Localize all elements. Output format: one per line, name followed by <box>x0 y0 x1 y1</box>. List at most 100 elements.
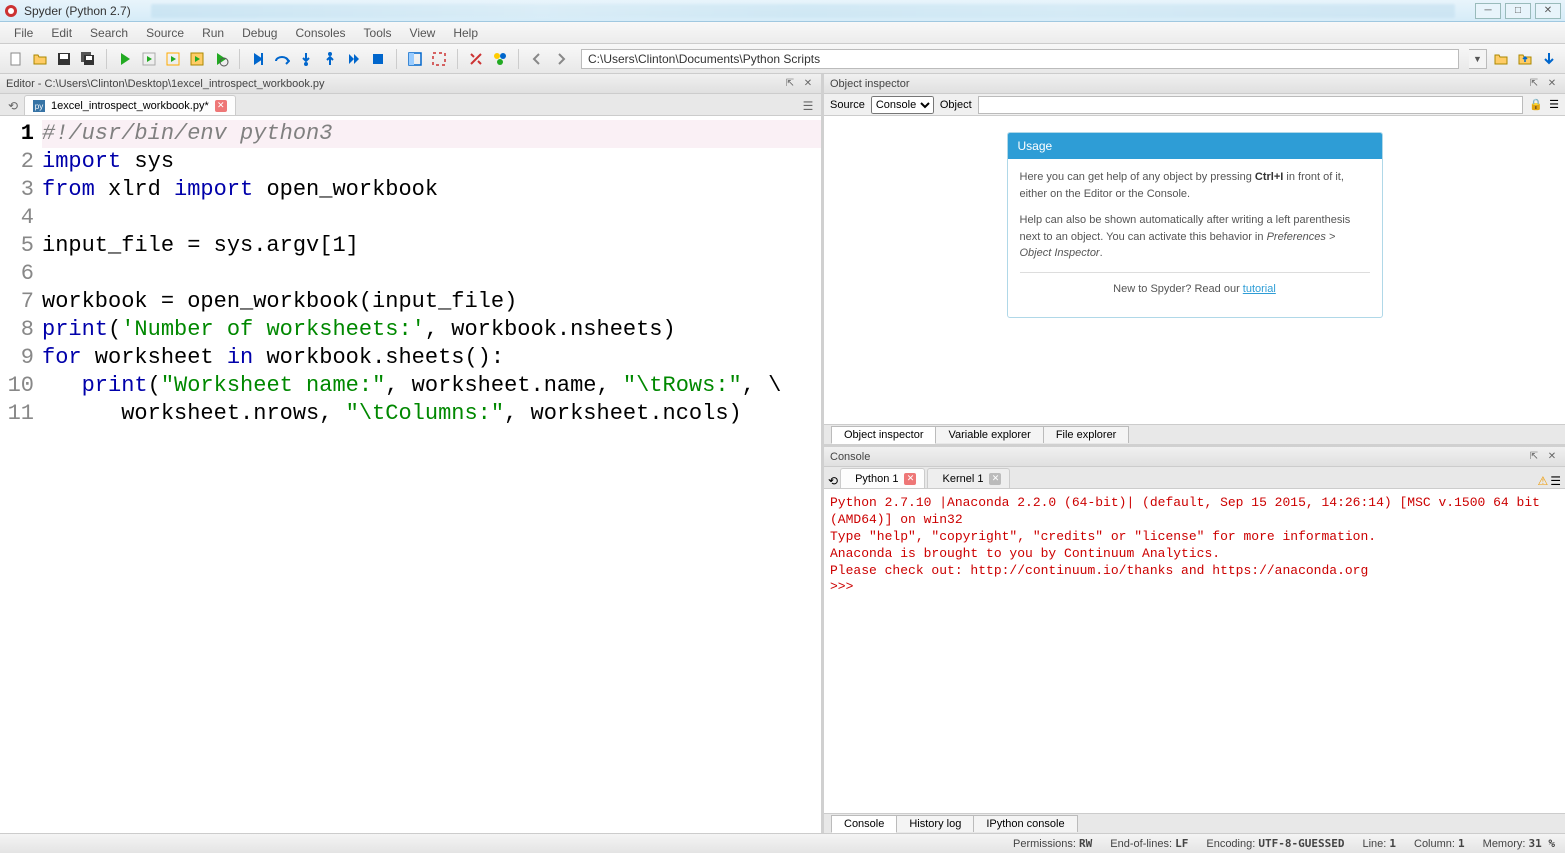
new-file-icon[interactable] <box>6 49 26 69</box>
menu-debug[interactable]: Debug <box>234 24 285 42</box>
sb-line: Line: 1 <box>1362 837 1396 850</box>
sb-encoding: Encoding: UTF-8-GUESSED <box>1206 837 1344 850</box>
console-output[interactable]: Python 2.7.10 |Anaconda 2.2.0 (64-bit)| … <box>824 489 1565 813</box>
editor-tab[interactable]: py 1excel_introspect_workbook.py* ✕ <box>24 95 236 115</box>
editor-pane-header: Editor - C:\Users\Clinton\Desktop\1excel… <box>0 74 821 94</box>
inspector-bottom-tabs: Object inspectorVariable explorerFile ex… <box>824 424 1565 444</box>
close-tab-icon[interactable]: ✕ <box>904 473 916 485</box>
tab-list-icon[interactable]: ☰ <box>799 97 817 115</box>
usage-card: Usage Here you can get help of any objec… <box>1007 132 1383 318</box>
menu-edit[interactable]: Edit <box>43 24 80 42</box>
spyder-icon <box>4 4 18 18</box>
run-settings-icon[interactable] <box>211 49 231 69</box>
save-all-icon[interactable] <box>78 49 98 69</box>
inspector-toolbar: Source Console Object 🔒 ☰ <box>824 94 1565 116</box>
fullscreen-icon[interactable] <box>429 49 449 69</box>
preferences-icon[interactable] <box>466 49 486 69</box>
run-cell-icon[interactable] <box>139 49 159 69</box>
python-file-icon: py <box>33 100 45 112</box>
main-toolbar: C:\Users\Clinton\Documents\Python Script… <box>0 44 1565 74</box>
toolbar-separator <box>396 49 397 69</box>
object-label: Object <box>940 99 972 111</box>
inspector-pane-header: Object inspector ⇱ ✕ <box>824 74 1565 94</box>
menu-tools[interactable]: Tools <box>356 24 400 42</box>
source-label: Source <box>830 99 865 111</box>
inspector-tab-object-inspector[interactable]: Object inspector <box>831 426 936 444</box>
code-editor[interactable]: 1234567891011 #!/usr/bin/env python3impo… <box>0 116 821 833</box>
usage-card-title: Usage <box>1008 133 1382 159</box>
close-tab-icon[interactable]: ✕ <box>215 100 227 112</box>
menu-source[interactable]: Source <box>138 24 192 42</box>
working-dir-field[interactable]: C:\Users\Clinton\Documents\Python Script… <box>581 49 1459 69</box>
stop-debug-icon[interactable] <box>368 49 388 69</box>
forward-icon[interactable] <box>551 49 571 69</box>
menu-search[interactable]: Search <box>82 24 136 42</box>
close-button[interactable]: ✕ <box>1535 3 1561 19</box>
editor-tab-bar: ⟲ py 1excel_introspect_workbook.py* ✕ ☰ <box>0 94 821 116</box>
run-selection-icon[interactable] <box>187 49 207 69</box>
options-icon[interactable]: ☰ <box>1549 98 1559 111</box>
window-title: Spyder (Python 2.7) <box>24 4 131 18</box>
menu-run[interactable]: Run <box>194 24 232 42</box>
undock-icon[interactable]: ⇱ <box>1527 77 1541 91</box>
aero-blur <box>151 4 1455 18</box>
run-cell-advance-icon[interactable] <box>163 49 183 69</box>
lock-icon[interactable]: 🔒 <box>1529 98 1543 111</box>
sb-eol: End-of-lines: LF <box>1110 837 1188 850</box>
close-pane-icon[interactable]: ✕ <box>1545 77 1559 91</box>
editor-tab-label: 1excel_introspect_workbook.py* <box>51 100 209 112</box>
close-pane-icon[interactable]: ✕ <box>801 77 815 91</box>
menu-consoles[interactable]: Consoles <box>287 24 353 42</box>
save-icon[interactable] <box>54 49 74 69</box>
pythonpath-icon[interactable] <box>490 49 510 69</box>
path-dropdown-icon[interactable]: ▼ <box>1469 49 1487 69</box>
options-icon[interactable]: ☰ <box>1550 474 1561 488</box>
step-into-icon[interactable] <box>296 49 316 69</box>
menu-help[interactable]: Help <box>445 24 486 42</box>
set-dir-icon[interactable] <box>1539 49 1559 69</box>
close-pane-icon[interactable]: ✕ <box>1545 450 1559 464</box>
console-tab-python[interactable]: Python 1 ✕ <box>840 468 925 488</box>
editor-header-title: Editor - C:\Users\Clinton\Desktop\1excel… <box>6 78 325 90</box>
console-tab-kernel[interactable]: Kernel 1 ✕ <box>927 468 1010 488</box>
sb-permissions: Permissions: RW <box>1013 837 1092 850</box>
warning-icon[interactable]: ⚠ <box>1537 474 1548 488</box>
back-icon[interactable] <box>527 49 547 69</box>
console-tab-console[interactable]: Console <box>831 815 897 833</box>
menu-file[interactable]: File <box>6 24 41 42</box>
usage-p2: Help can also be shown automatically aft… <box>1020 212 1370 262</box>
parent-dir-icon[interactable] <box>1515 49 1535 69</box>
run-icon[interactable] <box>115 49 135 69</box>
source-select[interactable]: Console <box>871 96 934 114</box>
object-input[interactable] <box>978 96 1524 114</box>
inspector-tab-variable-explorer[interactable]: Variable explorer <box>935 426 1043 443</box>
console-tab-history-log[interactable]: History log <box>896 815 974 832</box>
step-over-icon[interactable] <box>272 49 292 69</box>
inspector-tab-file-explorer[interactable]: File explorer <box>1043 426 1130 443</box>
minimize-button[interactable]: ─ <box>1475 3 1501 19</box>
console-bottom-tabs: ConsoleHistory logIPython console <box>824 813 1565 833</box>
undock-icon[interactable]: ⇱ <box>783 77 797 91</box>
console-tab-bar: ⟲ Python 1 ✕ Kernel 1 ✕ ⚠ ☰ <box>824 467 1565 489</box>
debug-icon[interactable] <box>248 49 268 69</box>
continue-icon[interactable] <box>344 49 364 69</box>
open-file-icon[interactable] <box>30 49 50 69</box>
usage-p3: New to Spyder? Read our tutorial <box>1020 281 1370 298</box>
tab-prev-icon[interactable]: ⟲ <box>828 474 838 488</box>
tab-prev-icon[interactable]: ⟲ <box>4 97 22 115</box>
close-tab-icon[interactable]: ✕ <box>989 473 1001 485</box>
console-tab-ipython-console[interactable]: IPython console <box>973 815 1077 832</box>
maximize-button[interactable]: □ <box>1505 3 1531 19</box>
toolbar-separator <box>106 49 107 69</box>
statusbar: Permissions: RW End-of-lines: LF Encodin… <box>0 833 1565 853</box>
tutorial-link[interactable]: tutorial <box>1243 283 1276 295</box>
browse-folder-icon[interactable] <box>1491 49 1511 69</box>
menubar: FileEditSearchSourceRunDebugConsolesTool… <box>0 22 1565 44</box>
undock-icon[interactable]: ⇱ <box>1527 450 1541 464</box>
step-out-icon[interactable] <box>320 49 340 69</box>
sb-column: Column: 1 <box>1414 837 1465 850</box>
menu-view[interactable]: View <box>402 24 444 42</box>
window-titlebar: Spyder (Python 2.7) ─ □ ✕ <box>0 0 1565 22</box>
inspector-header-title: Object inspector <box>830 78 909 90</box>
maximize-pane-icon[interactable] <box>405 49 425 69</box>
